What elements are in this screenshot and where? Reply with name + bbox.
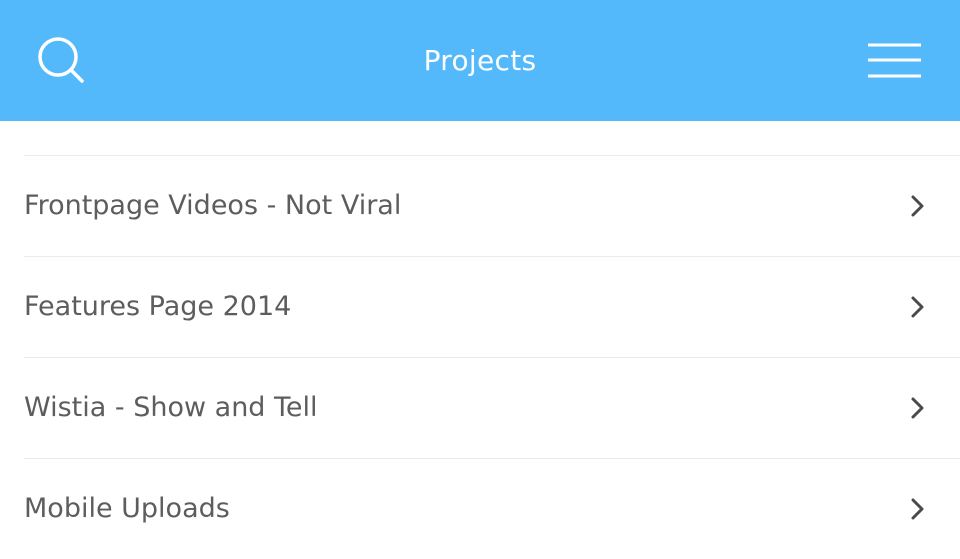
chevron-right-icon [911,296,924,318]
project-label: Frontpage Videos - Not Viral [24,190,402,221]
project-row[interactable]: Mobile Uploads [24,459,960,559]
hamburger-menu-icon [868,43,921,78]
chevron-right-icon [911,498,924,520]
menu-button[interactable] [858,36,930,88]
chevron-right-icon [911,195,924,217]
project-label: Features Page 2014 [24,291,292,322]
project-row[interactable]: Wistia - Show and Tell [24,358,960,459]
list-item-partial [24,121,960,156]
project-label: Mobile Uploads [24,493,230,524]
app-header: Projects [0,0,960,121]
project-row[interactable]: Frontpage Videos - Not Viral [24,156,960,257]
project-row[interactable]: Features Page 2014 [24,257,960,358]
project-label: Wistia - Show and Tell [24,392,318,423]
chevron-right-icon [911,397,924,419]
page-title: Projects [423,44,537,77]
